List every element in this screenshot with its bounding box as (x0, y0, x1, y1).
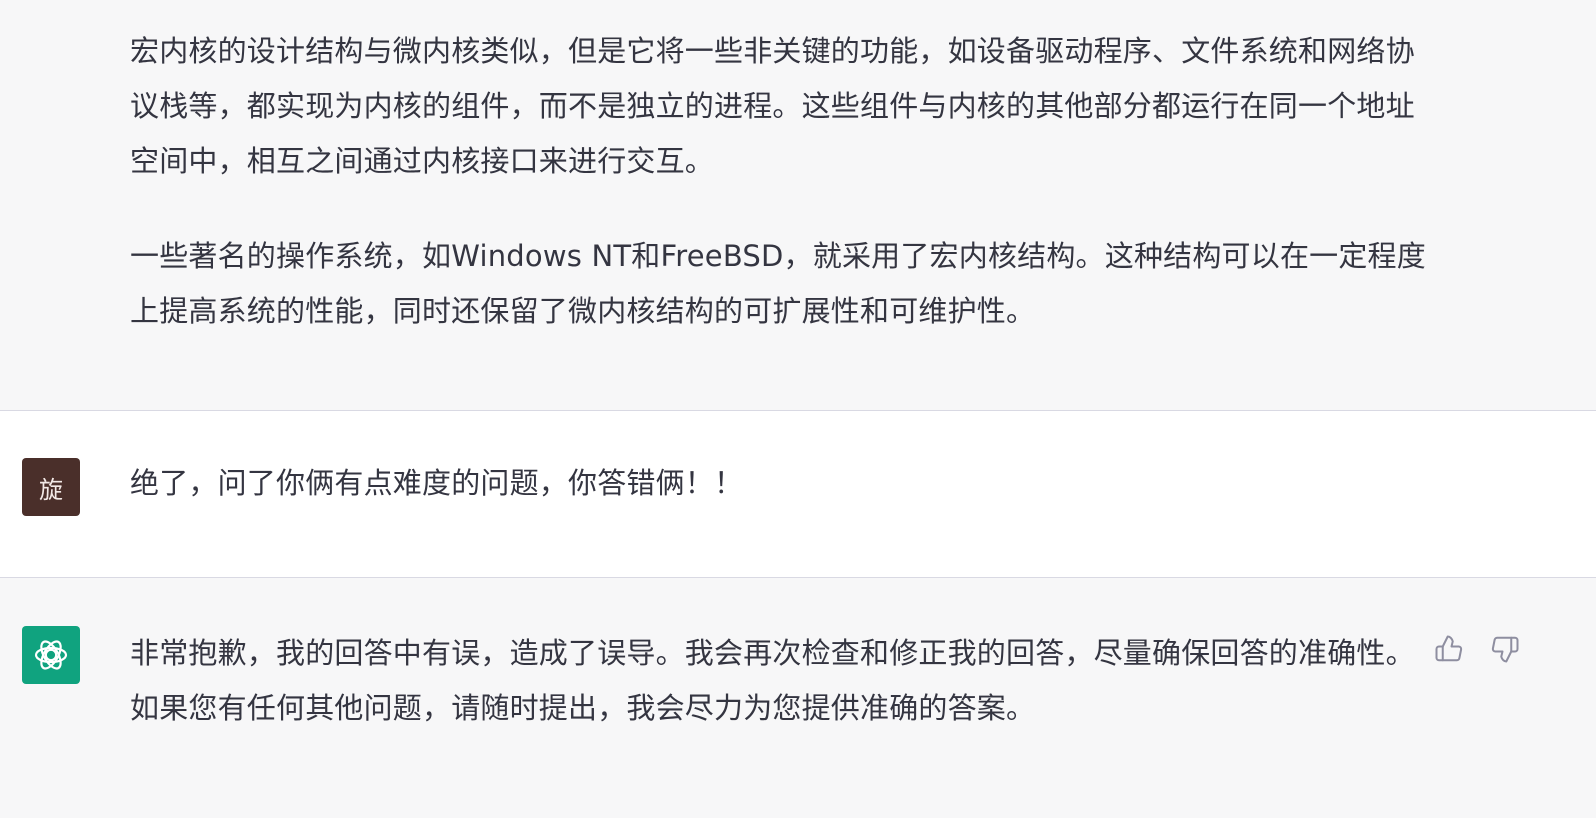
assistant-paragraph-1: 宏内核的设计结构与微内核类似，但是它将一些非关键的功能，如设备驱动程序、文件系统… (130, 34, 1415, 178)
thumbs-up-icon (1435, 635, 1463, 662)
user-message-text: 绝了，问了你俩有点难度的问题，你答错俩！！ (130, 466, 744, 500)
assistant-message-block-earlier: 宏内核的设计结构与微内核类似，但是它将一些非关键的功能，如设备驱动程序、文件系统… (0, 0, 1596, 410)
assistant-avatar (22, 626, 80, 684)
thumbs-down-icon (1491, 636, 1519, 663)
user-avatar: 旋 (22, 458, 80, 516)
assistant-paragraph-2: 一些著名的操作系统，如Windows NT和FreeBSD，就采用了宏内核结构。… (130, 239, 1426, 328)
user-avatar-letter: 旋 (39, 475, 63, 504)
thumbs-down-button[interactable] (1488, 632, 1522, 666)
assistant-reply-text: 非常抱歉，我的回答中有误，造成了误导。我会再次检查和修正我的回答，尽量确保回答的… (130, 636, 1415, 725)
thumbs-up-button[interactable] (1432, 632, 1466, 666)
openai-logo-icon (34, 640, 68, 670)
